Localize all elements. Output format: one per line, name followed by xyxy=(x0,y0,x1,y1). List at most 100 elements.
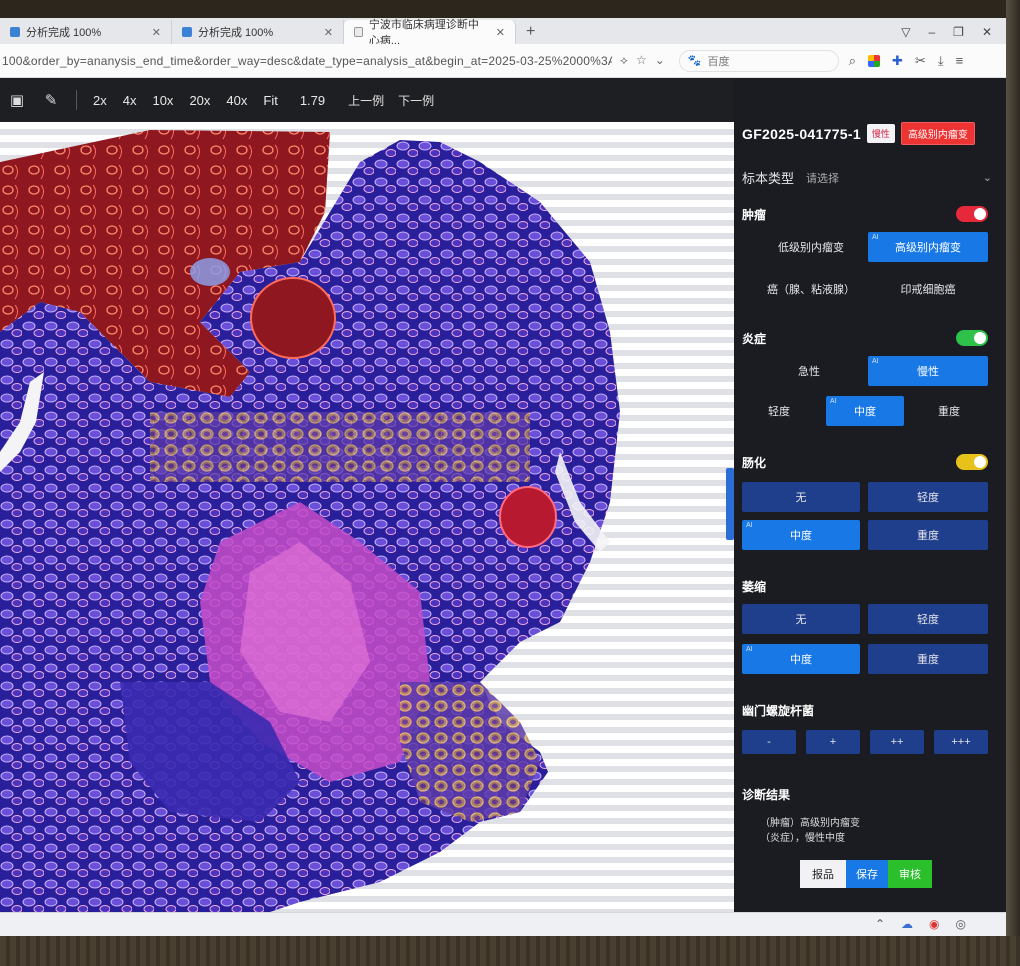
image-icon[interactable]: ▣ xyxy=(0,91,34,109)
ai-badge: AI xyxy=(872,234,879,241)
tumor-title: 肿瘤 xyxy=(742,208,767,222)
atrophy-option-moderate[interactable]: AI 中度 xyxy=(742,644,860,674)
restore-icon[interactable]: ❐ xyxy=(953,25,964,39)
atrophy-title: 萎缩 xyxy=(742,580,767,594)
toolbar-divider xyxy=(76,90,77,110)
case-header: GF2025-041775-1 慢性 高级别内瘤变 xyxy=(742,122,975,145)
search-input[interactable]: 🐾 百度 xyxy=(678,49,839,72)
browser-tab-2[interactable]: 分析完成 100% ✕ xyxy=(172,20,344,44)
severity-option-severe[interactable]: 重度 xyxy=(918,396,980,426)
address-icons: ⟡ ☆ ⌄ xyxy=(612,53,665,68)
save-button[interactable]: 保存 xyxy=(846,860,888,888)
specimen-type-select[interactable]: 标本类型 请选择 ⌄ xyxy=(742,168,992,187)
tab-favicon-icon xyxy=(10,27,20,37)
inflammation-option-acute[interactable]: 急性 xyxy=(752,356,866,386)
tab-title: 分析完成 100% xyxy=(26,27,102,39)
prev-case-button[interactable]: 上一例 xyxy=(341,92,391,109)
monitor-right-bezel xyxy=(1006,0,1020,966)
app-tray-icon[interactable]: ◉ xyxy=(929,917,939,931)
tab-title: 分析完成 100% xyxy=(198,27,274,39)
minimize-icon[interactable]: – xyxy=(928,25,935,39)
option-label: 高级别内瘤变 xyxy=(895,242,961,254)
ai-badge: AI xyxy=(872,358,879,365)
chevron-down-icon: ⌄ xyxy=(982,172,992,184)
tissue-image xyxy=(0,130,620,912)
chronic-tag: 慢性 xyxy=(866,124,895,143)
new-tab-icon[interactable]: + xyxy=(516,20,545,44)
inflammation-toggle[interactable] xyxy=(956,330,988,346)
submit-button[interactable]: 审核 xyxy=(888,860,932,888)
hp-option-plus[interactable]: + xyxy=(806,730,860,754)
tab-close-icon[interactable]: ✕ xyxy=(496,26,505,39)
tumor-option-adenocarcinoma[interactable]: 癌（腺、粘液腺） xyxy=(752,274,870,304)
ai-badge: AI xyxy=(830,398,837,405)
shield-icon[interactable]: ▽ xyxy=(901,25,910,39)
panel-collapse-handle[interactable] xyxy=(726,468,734,540)
download-icon[interactable]: ⤓ xyxy=(938,53,944,69)
next-case-button[interactable]: 下一例 xyxy=(391,92,441,109)
chevron-up-icon[interactable]: ⌃ xyxy=(875,917,885,931)
option-label: 中度 xyxy=(790,654,812,666)
tumor-toggle[interactable] xyxy=(956,206,988,222)
hp-title: 幽门螺旋杆菌 xyxy=(742,704,815,718)
slide-viewer[interactable] xyxy=(0,122,734,912)
apps-icon[interactable] xyxy=(868,54,881,67)
url-field[interactable]: 100&order_by=ananysis_end_time&order_way… xyxy=(0,54,612,68)
taskbar: ⌃ ☁ ◉ ◎ xyxy=(0,912,1006,936)
close-window-icon[interactable]: ✕ xyxy=(982,25,992,39)
option-label: 中度 xyxy=(854,406,876,418)
severity-option-mild[interactable]: 轻度 xyxy=(748,396,810,426)
network-icon[interactable]: ◎ xyxy=(956,917,966,931)
bookmark-star-icon[interactable]: ☆ xyxy=(636,53,647,68)
option-label: 慢性 xyxy=(917,366,939,378)
tumor-option-low-grade[interactable]: 低级别内瘤变 xyxy=(752,232,870,262)
severity-option-moderate[interactable]: AI 中度 xyxy=(826,396,904,426)
hp-option-double-plus[interactable]: ++ xyxy=(870,730,924,754)
zoom-40x-button[interactable]: 40x xyxy=(218,93,255,108)
browser-tab-1[interactable]: 分析完成 100% ✕ xyxy=(0,20,172,44)
tab-close-icon[interactable]: ✕ xyxy=(152,26,161,39)
screen: 分析完成 100% ✕ 分析完成 100% ✕ 宁波市临床病理诊断中心病... … xyxy=(0,18,1006,936)
zoom-4x-button[interactable]: 4x xyxy=(115,93,145,108)
tumor-option-high-grade[interactable]: AI 高级别内瘤变 xyxy=(868,232,988,262)
zoom-fit-button[interactable]: Fit xyxy=(255,93,285,108)
tab-favicon-icon xyxy=(182,27,192,37)
metaplasia-toggle[interactable] xyxy=(956,454,988,470)
result-line-inflammation: （炎症），慢性中度 xyxy=(760,833,845,844)
atrophy-option-severe[interactable]: 重度 xyxy=(868,644,988,674)
browser-tab-3[interactable]: 宁波市临床病理诊断中心病... ✕ xyxy=(344,19,516,47)
hp-option-triple-plus[interactable]: +++ xyxy=(934,730,988,754)
cloud-icon[interactable]: ☁ xyxy=(901,917,913,931)
metaplasia-option-none[interactable]: 无 xyxy=(742,482,860,512)
monitor-top-bezel xyxy=(0,0,1020,18)
chevron-down-icon[interactable]: ⌄ xyxy=(655,53,665,68)
pencil-icon[interactable]: ✎ xyxy=(34,91,68,109)
metaplasia-option-moderate[interactable]: AI 中度 xyxy=(742,520,860,550)
atrophy-option-mild[interactable]: 轻度 xyxy=(868,604,988,634)
window-controls: ▽ – ❐ ✕ xyxy=(901,20,1006,44)
inflammation-option-chronic[interactable]: AI 慢性 xyxy=(868,356,988,386)
search-icon[interactable]: ⌕ xyxy=(849,53,856,69)
share-icon[interactable]: ⟡ xyxy=(620,53,628,68)
atrophy-option-none[interactable]: 无 xyxy=(742,604,860,634)
scissors-icon[interactable]: ✂ xyxy=(915,53,926,69)
specimen-type-value: 请选择 xyxy=(806,172,839,185)
tab-close-icon[interactable]: ✕ xyxy=(324,26,333,39)
search-placeholder: 百度 xyxy=(707,55,730,68)
metaplasia-option-mild[interactable]: 轻度 xyxy=(868,482,988,512)
hp-option-negative[interactable]: - xyxy=(742,730,796,754)
zoom-10x-button[interactable]: 10x xyxy=(144,93,181,108)
option-label: 中度 xyxy=(790,530,812,542)
result-line-tumor: （肿瘤）高级别内瘤变 xyxy=(760,818,860,829)
metaplasia-option-severe[interactable]: 重度 xyxy=(868,520,988,550)
diagnosis-result-text: （肿瘤）高级别内瘤变 （炎症），慢性中度 xyxy=(760,816,980,846)
zoom-20x-button[interactable]: 20x xyxy=(181,93,218,108)
zoom-2x-button[interactable]: 2x xyxy=(85,93,115,108)
tumor-option-signet-ring[interactable]: 印戒细胞癌 xyxy=(868,274,988,304)
report-button[interactable]: 报品 xyxy=(800,860,846,888)
puzzle-icon[interactable]: ✚ xyxy=(892,53,903,69)
desk-surface xyxy=(0,936,1020,966)
menu-icon[interactable]: ≡ xyxy=(956,53,964,68)
extension-icons: ⌕ ✚ ✂ ⤓ ≡ xyxy=(849,53,963,69)
ai-badge: AI xyxy=(746,646,753,653)
